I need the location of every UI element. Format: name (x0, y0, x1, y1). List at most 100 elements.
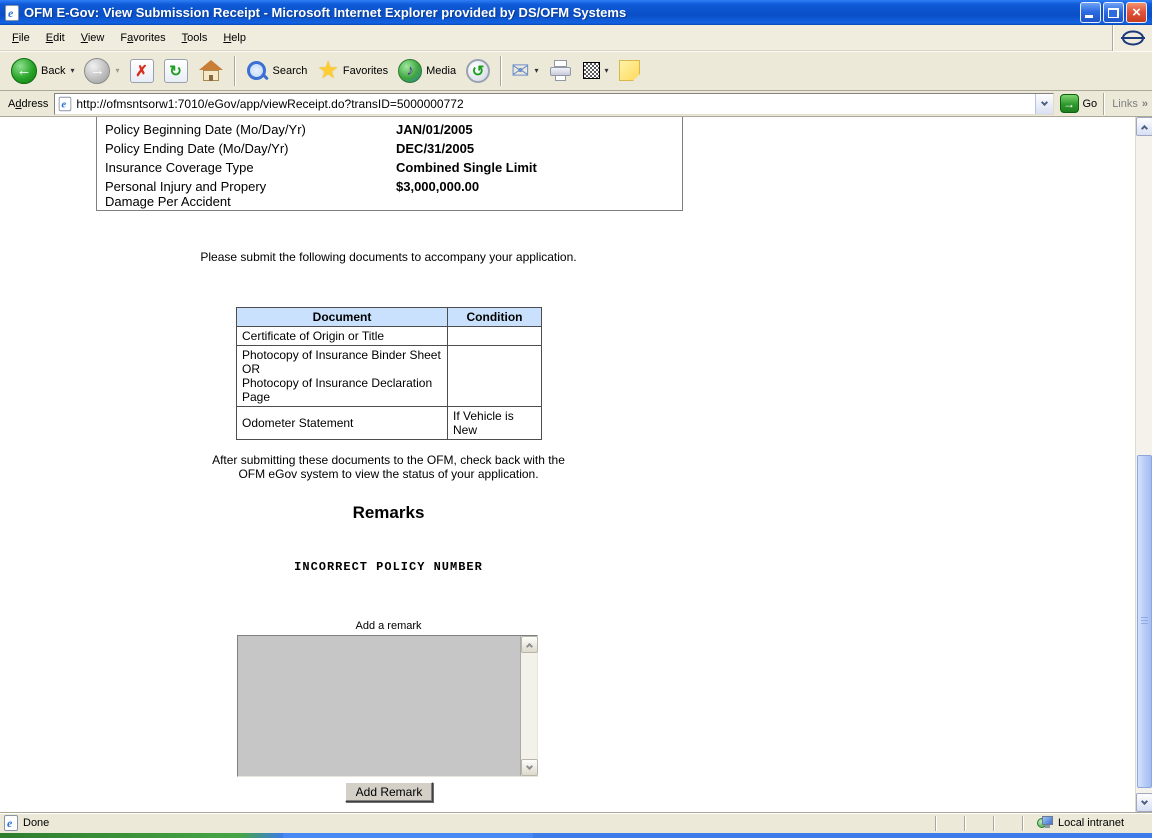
scroll-down-button[interactable] (1136, 793, 1152, 812)
mail-dropdown-icon[interactable]: ▾ (535, 66, 539, 75)
status-page-icon (4, 815, 18, 831)
policy-row-value: JAN/01/2005 (396, 122, 473, 137)
menu-bar: File Edit View Favorites Tools Help (0, 25, 1152, 51)
policy-summary-table: Policy Beginning Date (Mo/Day/Yr) JAN/01… (96, 117, 683, 211)
condition-cell (447, 326, 542, 346)
remark-textarea[interactable] (237, 635, 538, 777)
edit-button[interactable]: ▾ (578, 59, 614, 82)
page-content: Policy Beginning Date (Mo/Day/Yr) JAN/01… (0, 117, 1135, 812)
address-url: http://ofmsntsorw1:7010/eGov/app/viewRec… (76, 96, 464, 111)
policy-row: Personal Injury and Propery Damage Per A… (97, 177, 682, 211)
menu-favorites[interactable]: Favorites (112, 28, 173, 48)
minimize-icon (1085, 15, 1093, 18)
add-remark-button[interactable]: Add Remark (345, 782, 433, 802)
menu-edit[interactable]: Edit (38, 28, 73, 48)
media-button[interactable]: ♪ Media (393, 56, 461, 86)
table-row: Odometer Statement If Vehicle is New (236, 406, 542, 440)
restore-button[interactable] (1103, 2, 1124, 23)
go-label: Go (1082, 97, 1098, 110)
scroll-up-button[interactable] (1136, 117, 1152, 136)
status-text: Done (23, 817, 50, 829)
documents-table: Document Condition Certificate of Origin… (236, 307, 542, 440)
back-button[interactable]: ← Back ▾ (6, 55, 79, 87)
address-input[interactable]: http://ofmsntsorw1:7010/eGov/app/viewRec… (54, 92, 1054, 115)
security-zone: Local intranet (1036, 816, 1152, 830)
toolbar-separator (233, 55, 235, 86)
forward-button[interactable]: → ▾ (79, 55, 124, 87)
window-title: OFM E-Gov: View Submission Receipt - Mic… (24, 5, 627, 20)
favorites-button[interactable]: ★ Favorites (312, 56, 393, 86)
zone-label: Local intranet (1057, 817, 1124, 829)
history-icon: ↺ (466, 58, 491, 83)
mail-button[interactable]: ✉ ▾ (506, 57, 543, 85)
add-remark-label: Add a remark (355, 620, 422, 632)
refresh-icon: ↻ (163, 58, 188, 83)
forward-icon: → (84, 57, 111, 84)
history-button[interactable]: ↺ (461, 56, 495, 86)
links-label: Links (1112, 97, 1138, 110)
policy-row: Policy Beginning Date (Mo/Day/Yr) JAN/01… (97, 120, 682, 139)
back-label: Back (41, 64, 66, 77)
brand-logo-panel (1112, 25, 1152, 51)
edit-dropdown-icon[interactable]: ▾ (605, 66, 609, 75)
menu-help[interactable]: Help (215, 28, 254, 48)
links-toolbar[interactable]: Links » (1103, 92, 1148, 115)
taskbar-segment (283, 833, 533, 838)
go-arrow-icon: → (1059, 94, 1079, 113)
textarea-scroll-down-button[interactable] (521, 759, 538, 776)
statusbar-divider (934, 815, 936, 831)
browser-window: OFM E-Gov: View Submission Receipt - Mic… (0, 0, 1152, 838)
page-icon (59, 96, 72, 111)
chevron-up-icon (525, 642, 534, 650)
print-icon (549, 59, 573, 82)
start-button-edge (0, 833, 283, 838)
statusbar-divider (992, 815, 994, 831)
documents-header-condition: Condition (447, 307, 542, 327)
close-button[interactable]: × (1126, 2, 1147, 23)
menu-file[interactable]: File (4, 28, 38, 48)
search-label: Search (272, 64, 308, 77)
condition-cell: If Vehicle is New (447, 406, 542, 440)
standard-buttons-toolbar: ← Back ▾ → ▾ ✗ ↻ Search ★ Favorites ♪ Me… (0, 51, 1152, 91)
stop-icon: ✗ (129, 58, 154, 83)
go-button[interactable]: → Go (1059, 94, 1098, 113)
scrollbar-thumb[interactable] (1137, 455, 1152, 788)
menu-tools[interactable]: Tools (174, 28, 216, 48)
vertical-scrollbar[interactable] (1135, 117, 1152, 812)
address-bar: Address http://ofmsntsorw1:7010/eGov/app… (0, 91, 1152, 117)
chevron-up-icon (1140, 124, 1149, 132)
policy-row-value: DEC/31/2005 (396, 141, 475, 156)
statusbar-divider (963, 815, 965, 831)
textarea-scrollbar[interactable] (520, 636, 538, 776)
table-row: Certificate of Origin or Title (236, 326, 542, 346)
textarea-scroll-up-button[interactable] (521, 636, 538, 653)
links-chevron-icon: » (1141, 97, 1148, 110)
policy-row: Insurance Coverage Type Combined Single … (97, 158, 682, 177)
home-icon (198, 59, 224, 83)
policy-row-value: Combined Single Limit (396, 160, 537, 175)
table-row: Photocopy of Insurance Binder Sheet OR P… (236, 345, 542, 407)
refresh-button[interactable]: ↻ (159, 56, 193, 86)
minimize-button[interactable] (1080, 2, 1101, 23)
policy-row-label: Policy Ending Date (Mo/Day/Yr) (105, 141, 289, 156)
search-button[interactable]: Search (240, 56, 313, 86)
home-button[interactable] (193, 56, 229, 86)
policy-row-label: Personal Injury and Propery Damage Per A… (105, 179, 267, 209)
policy-row-value: $3,000,000.00 (396, 179, 480, 194)
print-button[interactable] (544, 57, 578, 85)
windows-taskbar-edge (0, 833, 1152, 838)
policy-row-label: Insurance Coverage Type (105, 160, 254, 175)
document-cell: Photocopy of Insurance Binder Sheet OR P… (236, 345, 448, 407)
document-cell: Certificate of Origin or Title (236, 326, 448, 346)
restore-icon (1108, 7, 1119, 18)
discuss-button[interactable] (614, 57, 645, 84)
forward-dropdown-icon: ▾ (115, 66, 120, 75)
search-icon (245, 59, 269, 83)
menu-view[interactable]: View (73, 28, 113, 48)
back-dropdown-icon[interactable]: ▾ (70, 66, 74, 75)
stop-button[interactable]: ✗ (125, 56, 159, 86)
media-icon: ♪ (398, 58, 423, 83)
status-bar: Done Local intranet (0, 812, 1152, 833)
address-dropdown-button[interactable] (1034, 93, 1053, 114)
documents-table-header-row: Document Condition (236, 307, 542, 327)
